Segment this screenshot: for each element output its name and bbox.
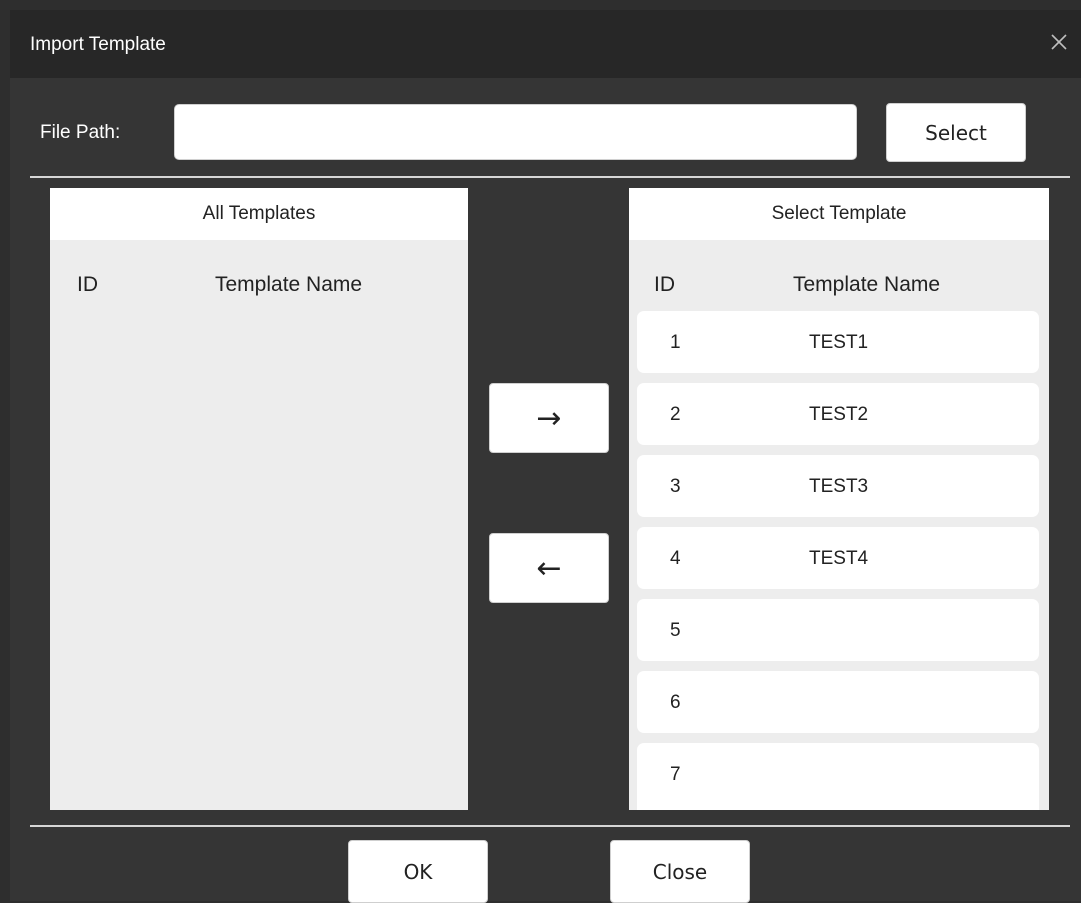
table-row[interactable]: 7	[637, 743, 1039, 810]
selected-templates-panel: Select Template ID Template Name 1 TEST1…	[629, 188, 1049, 810]
move-right-button[interactable]: →	[489, 383, 609, 453]
column-header-id: ID	[77, 273, 98, 296]
row-id: 1	[670, 332, 681, 353]
row-template-name: TEST1	[809, 332, 869, 353]
row-template-name: TEST2	[809, 404, 869, 425]
all-templates-panel: All Templates ID Template Name	[50, 188, 468, 810]
column-header-id: ID	[654, 273, 675, 296]
file-path-input[interactable]	[174, 104, 857, 160]
title-bar: Import Template	[10, 10, 1081, 78]
bottom-divider	[30, 825, 1070, 827]
row-id: 4	[670, 548, 681, 569]
table-row[interactable]: 6	[637, 671, 1039, 733]
column-header-template-name: Template Name	[215, 273, 363, 296]
import-template-dialog: Import Template File Path: Select All Te…	[10, 10, 1081, 903]
table-row[interactable]: 2 TEST2	[637, 383, 1039, 445]
selected-templates-header: Select Template	[629, 188, 1049, 240]
select-file-button[interactable]: Select	[886, 103, 1026, 162]
row-id: 2	[670, 404, 681, 425]
close-button[interactable]: Close	[610, 840, 750, 903]
row-id: 7	[670, 764, 681, 785]
table-row[interactable]: 4 TEST4	[637, 527, 1039, 589]
move-left-button[interactable]: ←	[489, 533, 609, 603]
column-header-template-name: Template Name	[793, 273, 941, 296]
close-icon[interactable]	[1047, 30, 1071, 54]
row-id: 3	[670, 476, 681, 497]
top-divider	[30, 176, 1070, 178]
row-id: 6	[670, 692, 681, 713]
table-row[interactable]: 3 TEST3	[637, 455, 1039, 517]
ok-button[interactable]: OK	[348, 840, 488, 903]
row-template-name: TEST4	[809, 548, 869, 569]
all-templates-header: All Templates	[50, 188, 468, 240]
file-path-label: File Path:	[40, 122, 121, 143]
table-row[interactable]: 5	[637, 599, 1039, 661]
row-template-name: TEST3	[809, 476, 869, 497]
table-row[interactable]: 1 TEST1	[637, 311, 1039, 373]
dialog-title: Import Template	[30, 34, 166, 55]
row-id: 5	[670, 620, 681, 641]
